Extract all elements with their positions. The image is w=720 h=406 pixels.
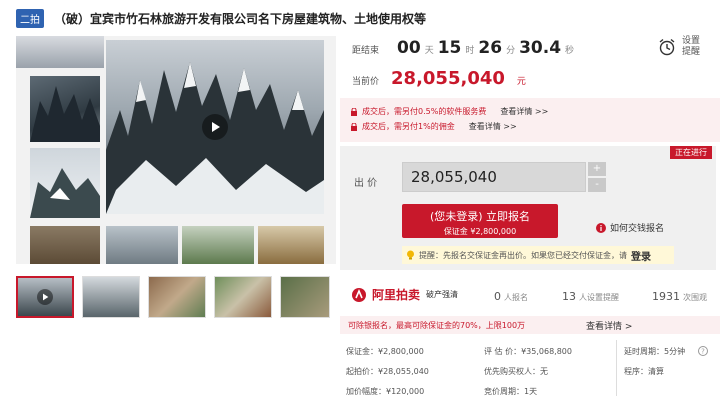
thumbnail-3[interactable] xyxy=(148,276,206,318)
fee-notice-2: 成交后，需另付1%的佣金 查看详情 >> xyxy=(350,119,710,134)
register-button-label: (您未登录) 立即报名 xyxy=(429,210,531,223)
gallery-photo-4[interactable] xyxy=(30,226,100,264)
lightbulb-icon xyxy=(407,250,414,260)
reminder-line-2: 提醒 xyxy=(682,47,701,57)
ali-auction-brand: 阿里拍卖 破产强清 xyxy=(352,286,458,303)
register-deposit-label: 保证金 ¥2,800,000 xyxy=(443,227,517,236)
countdown-days-unit: 天 xyxy=(424,46,434,56)
increase-bid-button[interactable]: + xyxy=(588,162,606,176)
image-gallery xyxy=(16,36,336,264)
lock-icon xyxy=(351,107,357,116)
bid-panel: 正在进行 出 价 + - (您未登录) 立即报名 保证金 ¥2,800,000 … xyxy=(340,146,716,270)
countdown-seconds-unit: 秒 xyxy=(565,46,575,56)
info-divider xyxy=(616,340,617,396)
info-appraisal: 评 估 价：¥35,068,800 xyxy=(484,347,572,356)
fee-notice-1: 成交后，需另付0.5%的软件服务费 查看详情 >> xyxy=(350,104,710,119)
alarm-clock-icon xyxy=(659,38,675,56)
lock-icon xyxy=(351,122,357,131)
play-icon[interactable] xyxy=(202,114,228,140)
round-tag: 二拍 xyxy=(16,8,44,28)
countdown-hours: 15 xyxy=(437,38,462,58)
stat-reminders-label: 人设置提醒 xyxy=(579,293,619,302)
gallery-photo-3[interactable] xyxy=(30,148,100,218)
info-procedure: 程序：清算 xyxy=(624,367,664,376)
decrease-bid-button[interactable]: - xyxy=(588,178,606,192)
info-deposit: 保证金：¥2,800,000 xyxy=(346,347,424,356)
thumbnail-5[interactable] xyxy=(280,276,330,318)
countdown-label: 距结束 xyxy=(352,46,380,56)
thumbnail-play-icon xyxy=(37,289,53,305)
main-photo[interactable] xyxy=(106,40,324,214)
gallery-photo-7[interactable] xyxy=(258,226,324,264)
login-link[interactable]: 登录 xyxy=(631,248,651,263)
ali-auction-logo-icon xyxy=(352,287,366,302)
how-to-pay-label: 如何交钱报名 xyxy=(610,224,665,234)
info-icon xyxy=(596,222,606,233)
countdown: 距结束 00 天 15 时 26 分 30.4 秒 xyxy=(352,38,574,58)
reminder-line-1: 设置 xyxy=(682,36,701,46)
bid-label: 出 价 xyxy=(354,178,378,189)
fee-notice-2-link[interactable]: 查看详情 >> xyxy=(469,121,517,132)
countdown-hours-unit: 时 xyxy=(465,46,475,56)
loan-banner-text: 可除银报名，最高可除保证金的70%，上限100万 xyxy=(348,320,526,330)
countdown-seconds: 30.4 xyxy=(519,38,562,58)
auction-title-bar: 二拍 （破）宜宾市竹石林旅游开发有限公司名下房屋建筑物、土地使用权等 xyxy=(16,8,426,28)
fee-notice-2-text: 成交后，需另付1%的佣金 xyxy=(362,122,455,131)
gallery-photo-5[interactable] xyxy=(106,226,178,264)
help-icon[interactable]: ? xyxy=(698,346,708,356)
stat-reminders: 13 人设置提醒 xyxy=(562,290,619,303)
info-delay-period: 延时周期：5分钟 xyxy=(624,347,686,356)
svg-text:?: ? xyxy=(701,348,705,356)
bid-amount-input[interactable] xyxy=(402,162,586,192)
current-price-label: 当前价 xyxy=(352,77,380,87)
stat-views: 1931 次围观 xyxy=(652,290,707,303)
info-increment: 加价幅度：¥120,000 xyxy=(346,387,425,396)
status-badge: 正在进行 xyxy=(670,146,712,159)
info-start-price: 起拍价：¥28,055,040 xyxy=(346,367,429,376)
stat-registered-count: 0 xyxy=(494,290,501,303)
current-price-unit: 元 xyxy=(516,77,526,87)
fee-notice-1-link[interactable]: 查看详情 >> xyxy=(500,106,548,117)
stat-views-label: 次围观 xyxy=(683,293,707,302)
stat-reminders-count: 13 xyxy=(562,290,576,303)
loan-banner: 可除银报名，最高可除保证金的70%，上限100万 查看详情 > xyxy=(340,316,720,334)
countdown-minutes-unit: 分 xyxy=(506,46,516,56)
info-bid-period: 竞价周期：1天 xyxy=(484,387,538,396)
current-price: 28,055,040 xyxy=(391,68,505,89)
gallery-photo-2[interactable] xyxy=(30,76,100,142)
fee-notices: 成交后，需另付0.5%的软件服务费 查看详情 >> 成交后，需另付1%的佣金 查… xyxy=(340,98,720,142)
thumbnail-1[interactable] xyxy=(16,276,74,318)
login-reminder: 提醒：先报名交保证金再出价。如果您已经交付保证金，请 登录 xyxy=(402,246,674,264)
loan-details-link[interactable]: 查看详情 > xyxy=(586,319,632,332)
thumbnail-2[interactable] xyxy=(82,276,140,318)
info-priority-buyer: 优先购买权人：无 xyxy=(484,367,548,376)
page-title: （破）宜宾市竹石林旅游开发有限公司名下房屋建筑物、土地使用权等 xyxy=(54,11,427,26)
thumbnail-4[interactable] xyxy=(214,276,272,318)
how-to-pay-link[interactable]: 如何交钱报名 xyxy=(596,221,664,234)
gallery-photo-6[interactable] xyxy=(182,226,254,264)
ali-auction-logo-text: 阿里拍卖 xyxy=(372,288,421,302)
set-reminder-button[interactable]: 设置 提醒 xyxy=(658,36,700,58)
gallery-photo-1[interactable] xyxy=(16,36,104,68)
countdown-minutes: 26 xyxy=(478,38,503,58)
register-button[interactable]: (您未登录) 立即报名 保证金 ¥2,800,000 xyxy=(402,204,558,238)
login-reminder-text: 提醒：先报名交保证金再出价。如果您已经交付保证金，请 xyxy=(419,250,627,260)
countdown-days: 00 xyxy=(397,38,421,58)
stat-views-count: 1931 xyxy=(652,290,680,303)
current-price-row: 当前价 28,055,040 元 xyxy=(352,68,526,89)
ali-auction-subtitle: 破产强清 xyxy=(426,290,459,299)
fee-notice-1-text: 成交后，需另付0.5%的软件服务费 xyxy=(362,107,487,116)
stat-registered: 0 人报名 xyxy=(494,290,528,303)
stat-registered-label: 人报名 xyxy=(504,293,528,302)
